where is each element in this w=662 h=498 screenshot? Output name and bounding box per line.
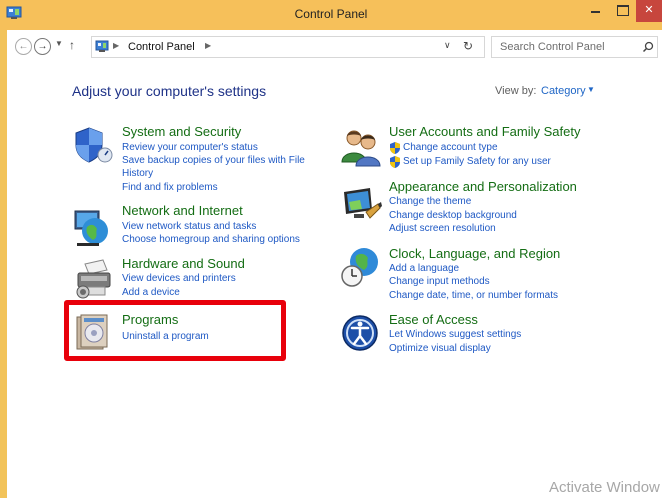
back-button[interactable]: ← bbox=[15, 38, 32, 55]
breadcrumb-chevron-icon[interactable]: ▶ bbox=[113, 41, 119, 50]
category-user-accounts-title[interactable]: User Accounts and Family Safety bbox=[389, 124, 580, 139]
uac-shield-icon bbox=[390, 156, 400, 168]
category-appearance-title[interactable]: Appearance and Personalization bbox=[389, 179, 577, 194]
link-change-date-time[interactable]: Change date, time, or number formats bbox=[389, 290, 558, 301]
control-panel-window: ← → ▼ ↑ ▶ Control Panel ▶ ∨ ↻ Search Con… bbox=[7, 30, 662, 498]
link-change-account-type[interactable]: Change account type bbox=[403, 142, 498, 153]
system-security-shield-icon[interactable] bbox=[73, 125, 115, 167]
programs-highlight-box bbox=[64, 300, 286, 361]
uac-shield-icon bbox=[390, 142, 400, 154]
link-add-language[interactable]: Add a language bbox=[389, 263, 459, 274]
link-view-devices-printers[interactable]: View devices and printers bbox=[122, 273, 236, 284]
search-placeholder: Search Control Panel bbox=[500, 41, 605, 53]
category-hardware-sound-title[interactable]: Hardware and Sound bbox=[122, 256, 245, 271]
link-add-device[interactable]: Add a device bbox=[122, 287, 180, 298]
category-network-internet-title[interactable]: Network and Internet bbox=[122, 203, 243, 218]
navigation-bar: ← → ▼ ↑ ▶ Control Panel ▶ ∨ ↻ Search Con… bbox=[7, 36, 662, 58]
link-change-desktop-background[interactable]: Change desktop background bbox=[389, 210, 517, 221]
title-bar: Control Panel ✕ bbox=[0, 0, 662, 30]
forward-button[interactable]: → bbox=[34, 38, 51, 55]
link-change-input-methods[interactable]: Change input methods bbox=[389, 276, 490, 287]
close-button[interactable]: ✕ bbox=[636, 0, 662, 22]
link-save-backup[interactable]: Save backup copies of your files with Fi… bbox=[122, 155, 305, 166]
category-system-security-title[interactable]: System and Security bbox=[122, 124, 241, 139]
minimize-button[interactable] bbox=[582, 0, 610, 22]
link-change-theme[interactable]: Change the theme bbox=[389, 196, 471, 207]
link-family-safety[interactable]: Set up Family Safety for any user bbox=[403, 156, 551, 167]
window-title: Control Panel bbox=[294, 7, 368, 21]
search-input[interactable]: Search Control Panel bbox=[491, 36, 658, 58]
address-bar[interactable]: ▶ Control Panel ▶ ∨ ↻ bbox=[91, 36, 485, 58]
breadcrumb-control-panel[interactable]: Control Panel bbox=[128, 41, 195, 53]
view-by-label: View by: bbox=[495, 85, 537, 97]
breadcrumb-chevron-icon[interactable]: ▶ bbox=[205, 41, 211, 50]
network-globe-icon[interactable] bbox=[73, 207, 115, 249]
link-choose-homegroup[interactable]: Choose homegroup and sharing options bbox=[122, 234, 300, 245]
link-history[interactable]: History bbox=[122, 168, 153, 179]
search-icon[interactable] bbox=[642, 41, 654, 53]
users-icon[interactable] bbox=[340, 126, 382, 168]
clock-globe-icon[interactable] bbox=[340, 246, 382, 288]
link-windows-suggest-settings[interactable]: Let Windows suggest settings bbox=[389, 329, 521, 340]
maximize-button[interactable] bbox=[610, 0, 636, 22]
recent-locations-icon[interactable]: ▼ bbox=[55, 39, 63, 48]
link-view-network-status[interactable]: View network status and tasks bbox=[122, 221, 256, 232]
link-optimize-visual-display[interactable]: Optimize visual display bbox=[389, 343, 491, 354]
accessibility-icon[interactable] bbox=[340, 312, 382, 354]
address-dropdown-icon[interactable]: ∨ bbox=[444, 40, 451, 51]
monitor-icon[interactable] bbox=[340, 184, 382, 226]
activate-windows-watermark: Activate Window bbox=[549, 479, 660, 496]
category-ease-of-access-title[interactable]: Ease of Access bbox=[389, 312, 478, 327]
chevron-down-icon[interactable]: ▼ bbox=[587, 85, 595, 94]
category-clock-language-title[interactable]: Clock, Language, and Region bbox=[389, 246, 560, 261]
up-arrow-icon[interactable]: ↑ bbox=[69, 38, 75, 52]
link-find-fix-problems[interactable]: Find and fix problems bbox=[122, 182, 218, 193]
link-adjust-screen-resolution[interactable]: Adjust screen resolution bbox=[389, 223, 496, 234]
printer-icon[interactable] bbox=[73, 258, 115, 300]
view-by-dropdown[interactable]: Category bbox=[541, 85, 586, 97]
link-review-status[interactable]: Review your computer's status bbox=[122, 142, 258, 153]
page-title: Adjust your computer's settings bbox=[72, 83, 267, 99]
control-panel-icon bbox=[95, 40, 109, 52]
refresh-icon[interactable]: ↻ bbox=[463, 39, 473, 53]
